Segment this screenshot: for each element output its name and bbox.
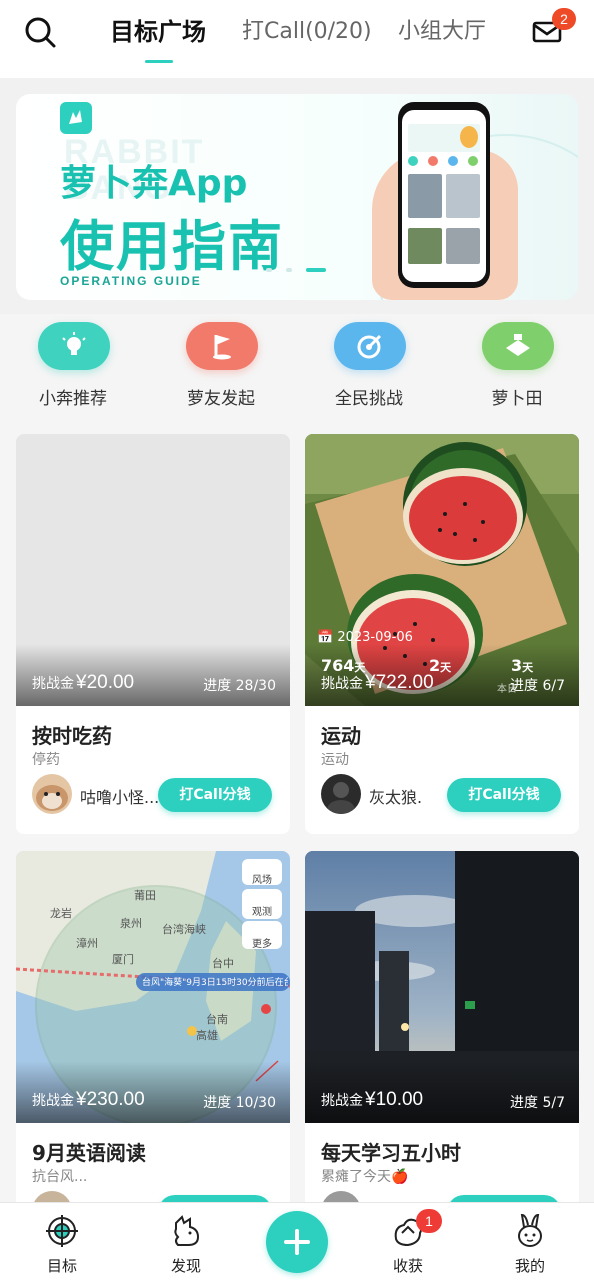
lightbulb-icon: [38, 322, 110, 370]
category-friends[interactable]: 萝友发起: [166, 322, 276, 418]
card-progress: 进度 28/30: [203, 678, 276, 694]
banner-section: RABBIT BANG 萝卜奔App 使用指南 OPERATING GUIDE: [0, 78, 594, 314]
goal-card[interactable]: 挑战金¥10.00 进度 5/7 每天学习五小时 累瘫了今天🍎 打Call分钱: [305, 851, 579, 1211]
calendar-icon: 📅: [317, 630, 334, 645]
banner-title-line2: 使用指南: [60, 215, 284, 278]
card-title: 按时吃药: [32, 724, 112, 748]
street-photo: [305, 851, 579, 1123]
avatar[interactable]: [321, 774, 361, 814]
map-tool-more[interactable]: 更多: [242, 921, 282, 950]
map-label: 莆田: [134, 889, 156, 902]
rabbit-face-icon: [518, 1213, 542, 1247]
nav-goal[interactable]: 目标: [22, 1209, 102, 1279]
card-image-placeholder: [16, 434, 290, 706]
map-tool-wind[interactable]: 风场: [242, 859, 282, 886]
category-label: 萝卜田: [491, 389, 543, 409]
card-title: 运动: [321, 724, 361, 748]
top-header: 目标广场 打Call(0/20) 小组大厅 2: [0, 0, 594, 78]
challenge-fund: 挑战金 ¥20.00: [32, 672, 135, 693]
map-label: 龙岩: [50, 907, 72, 920]
card-progress: 进度 5/7: [510, 1095, 565, 1111]
map-label: 厦门: [112, 953, 134, 966]
category-field[interactable]: 萝卜田: [462, 322, 572, 418]
category-recommend[interactable]: 小奔推荐: [18, 322, 128, 418]
banner-title-line1: 萝卜奔App: [60, 163, 248, 204]
nav-mine[interactable]: 我的: [490, 1209, 570, 1279]
card-subtitle: 运动: [321, 752, 349, 768]
nav-label: 收获: [392, 1257, 423, 1275]
card-date: 📅 2023-09-06: [317, 630, 413, 645]
challenge-fund: 挑战金 ¥722.00: [321, 672, 434, 693]
banner-subtitle: OPERATING GUIDE: [60, 274, 202, 288]
nav-discover[interactable]: 发现: [146, 1209, 226, 1279]
goal-card[interactable]: 挑战金 ¥20.00 进度 28/30 按时吃药 停药 咕噜小怪... 打Call…: [16, 434, 290, 834]
map-label: 台南: [206, 1013, 228, 1026]
category-challenge[interactable]: 全民挑战: [314, 322, 424, 418]
category-label: 萝友发起: [187, 389, 255, 409]
phone-screen-illustration: [402, 110, 486, 282]
map-label: 泉州: [120, 917, 142, 930]
guide-banner[interactable]: RABBIT BANG 萝卜奔App 使用指南 OPERATING GUIDE: [16, 94, 578, 300]
challenge-fund: 挑战金 ¥230.00: [32, 1089, 145, 1110]
rabbit-run-icon: [174, 1215, 200, 1246]
card-title: 9月英语阅读: [32, 1141, 146, 1165]
card-subtitle: 停药: [32, 752, 60, 768]
call-share-button[interactable]: 打Call分钱: [447, 778, 561, 812]
app-logo-icon: [60, 102, 92, 134]
card-username: 灰太狼.: [369, 788, 423, 807]
target-nav-icon: [46, 1215, 78, 1247]
avatar[interactable]: [32, 774, 72, 814]
goal-card[interactable]: 📅 2023-09-06 764天 2天 3天 本日 挑战金 ¥722.00 进度…: [305, 434, 579, 834]
field-icon: [482, 322, 554, 370]
card-subtitle: 累瘫了今天🍎: [321, 1169, 409, 1185]
map-label: 漳州: [76, 937, 98, 950]
category-label: 全民挑战: [335, 389, 403, 409]
nav-label: 发现: [170, 1257, 201, 1275]
category-row: 小奔推荐 萝友发起 全民挑战 萝卜田: [0, 314, 594, 420]
tab-goal-square[interactable]: 目标广场: [110, 14, 206, 50]
map-label: 高雄: [196, 1029, 218, 1042]
category-label: 小奔推荐: [39, 389, 107, 409]
card-username: 咕噜小怪...: [80, 788, 160, 807]
flag-icon: [186, 322, 258, 370]
mail-badge: 2: [552, 8, 576, 30]
card-title: 每天学习五小时: [321, 1141, 461, 1165]
tab-call[interactable]: 打Call(0/20): [242, 14, 372, 50]
card-subtitle: 抗台风...: [32, 1169, 88, 1185]
typhoon-map: 台风"海葵"9月3日15时30分前后在台湾 莆田 泉州 龙岩 漳州 厦门 台湾海…: [16, 851, 290, 1123]
map-label: 台中: [212, 957, 234, 970]
challenge-fund: 挑战金 ¥10.00: [321, 1089, 424, 1110]
tab-group-hall[interactable]: 小组大厅: [398, 14, 486, 50]
call-share-button[interactable]: 打Call分钱: [158, 778, 272, 812]
card-progress: 进度 10/30: [203, 1095, 276, 1111]
search-icon[interactable]: [22, 14, 58, 50]
bottom-navigation: 目标 发现 收获 1 我的: [0, 1202, 594, 1280]
active-tab-indicator: [145, 60, 173, 63]
map-label: 台湾海峡: [162, 923, 206, 936]
nav-label: 我的: [514, 1257, 545, 1275]
nav-label: 目标: [46, 1257, 77, 1275]
typhoon-route-note: 台风"海葵"9月3日15时30分前后在台湾: [142, 978, 288, 988]
harvest-badge: 1: [416, 1209, 442, 1233]
goal-card[interactable]: 台风"海葵"9月3日15时30分前后在台湾 莆田 泉州 龙岩 漳州 厦门 台湾海…: [16, 851, 290, 1211]
add-goal-button[interactable]: [266, 1211, 328, 1273]
map-tool-observe[interactable]: 观测: [242, 889, 282, 919]
target-icon: [334, 322, 406, 370]
card-progress: 进度 6/7: [510, 678, 565, 694]
